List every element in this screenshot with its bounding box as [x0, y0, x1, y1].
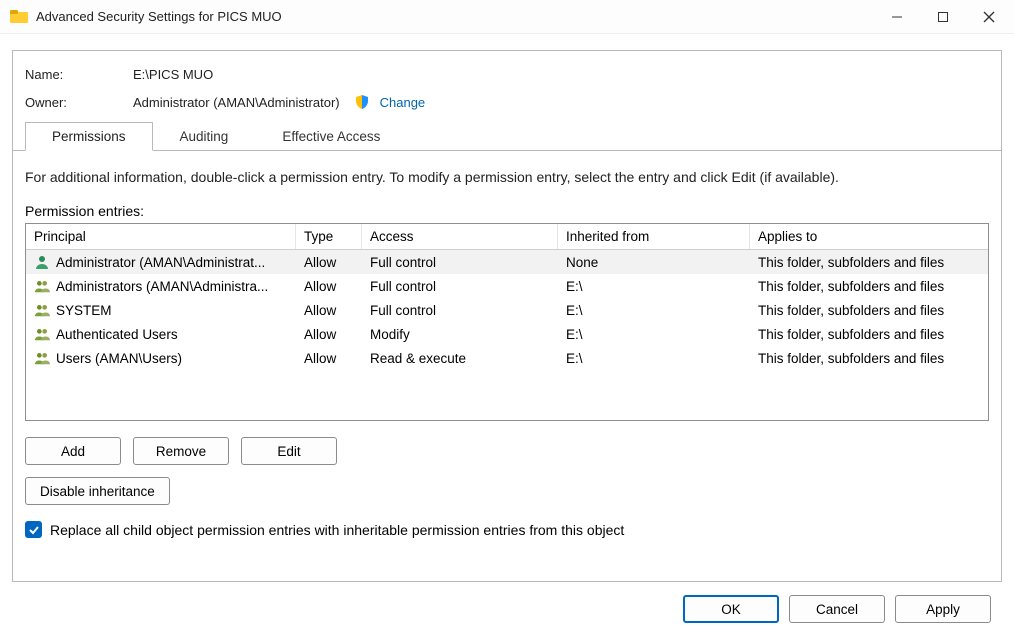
applies-text: This folder, subfolders and files: [750, 279, 988, 294]
applies-text: This folder, subfolders and files: [750, 255, 988, 270]
close-button[interactable]: [966, 2, 1012, 32]
inherited-text: E:\: [558, 327, 750, 342]
owner-label: Owner:: [25, 95, 133, 110]
group-icon: [34, 302, 50, 318]
maximize-button[interactable]: [920, 2, 966, 32]
table-row[interactable]: SYSTEM AllowFull controlE:\This folder, s…: [26, 298, 988, 322]
principal-text: Authenticated Users: [56, 327, 178, 342]
type-text: Allow: [296, 279, 362, 294]
replace-checkbox[interactable]: [25, 521, 42, 538]
principal-text: Users (AMAN\Users): [56, 351, 182, 366]
grid-header: Principal Type Access Inherited from App…: [26, 224, 988, 250]
tab-effective[interactable]: Effective Access: [255, 122, 407, 151]
inherited-text: E:\: [558, 351, 750, 366]
table-row[interactable]: Users (AMAN\Users) AllowRead & executeE:\…: [26, 346, 988, 370]
access-text: Read & execute: [362, 351, 558, 366]
inherited-text: E:\: [558, 279, 750, 294]
titlebar: Advanced Security Settings for PICS MUO: [0, 0, 1014, 34]
ok-button[interactable]: OK: [683, 595, 779, 623]
col-principal[interactable]: Principal: [26, 224, 296, 249]
entries-label: Permission entries:: [25, 203, 989, 219]
name-label: Name:: [25, 67, 133, 82]
dialog-footer: OK Cancel Apply: [683, 595, 991, 623]
applies-text: This folder, subfolders and files: [750, 327, 988, 342]
inherited-text: E:\: [558, 303, 750, 318]
window-title: Advanced Security Settings for PICS MUO: [36, 9, 874, 24]
minimize-button[interactable]: [874, 2, 920, 32]
applies-text: This folder, subfolders and files: [750, 303, 988, 318]
name-value: E:\PICS MUO: [133, 67, 213, 82]
tab-permissions[interactable]: Permissions: [25, 122, 153, 151]
disable-inheritance-button[interactable]: Disable inheritance: [25, 477, 170, 505]
user-icon: [34, 254, 50, 270]
access-text: Full control: [362, 255, 558, 270]
tab-strip: Permissions Auditing Effective Access: [25, 122, 989, 151]
principal-text: Administrator (AMAN\Administrat...: [56, 255, 265, 270]
group-icon: [34, 278, 50, 294]
folder-icon: [10, 9, 28, 25]
applies-text: This folder, subfolders and files: [750, 351, 988, 366]
remove-button[interactable]: Remove: [133, 437, 229, 465]
col-inherited[interactable]: Inherited from: [558, 224, 750, 249]
replace-checkbox-label: Replace all child object permission entr…: [50, 522, 624, 538]
info-text: For additional information, double-click…: [25, 169, 989, 185]
principal-text: Administrators (AMAN\Administra...: [56, 279, 268, 294]
content-panel: Name: E:\PICS MUO Owner: Administrator (…: [12, 50, 1002, 582]
shield-icon: [354, 94, 370, 110]
check-icon: [28, 524, 40, 536]
table-row[interactable]: Authenticated Users AllowModifyE:\This fo…: [26, 322, 988, 346]
col-access[interactable]: Access: [362, 224, 558, 249]
access-text: Full control: [362, 279, 558, 294]
permissions-grid[interactable]: Principal Type Access Inherited from App…: [25, 223, 989, 421]
access-text: Modify: [362, 327, 558, 342]
apply-button[interactable]: Apply: [895, 595, 991, 623]
principal-text: SYSTEM: [56, 303, 112, 318]
change-owner-link[interactable]: Change: [380, 95, 426, 110]
edit-button[interactable]: Edit: [241, 437, 337, 465]
owner-value: Administrator (AMAN\Administrator): [133, 95, 340, 110]
table-row[interactable]: Administrators (AMAN\Administra... AllowF…: [26, 274, 988, 298]
cancel-button[interactable]: Cancel: [789, 595, 885, 623]
type-text: Allow: [296, 255, 362, 270]
col-applies[interactable]: Applies to: [750, 224, 988, 249]
type-text: Allow: [296, 351, 362, 366]
access-text: Full control: [362, 303, 558, 318]
type-text: Allow: [296, 327, 362, 342]
type-text: Allow: [296, 303, 362, 318]
col-type[interactable]: Type: [296, 224, 362, 249]
add-button[interactable]: Add: [25, 437, 121, 465]
table-row[interactable]: Administrator (AMAN\Administrat... AllowF…: [26, 250, 988, 274]
group-icon: [34, 350, 50, 366]
inherited-text: None: [558, 255, 750, 270]
tab-auditing[interactable]: Auditing: [153, 122, 256, 151]
group-icon: [34, 326, 50, 342]
